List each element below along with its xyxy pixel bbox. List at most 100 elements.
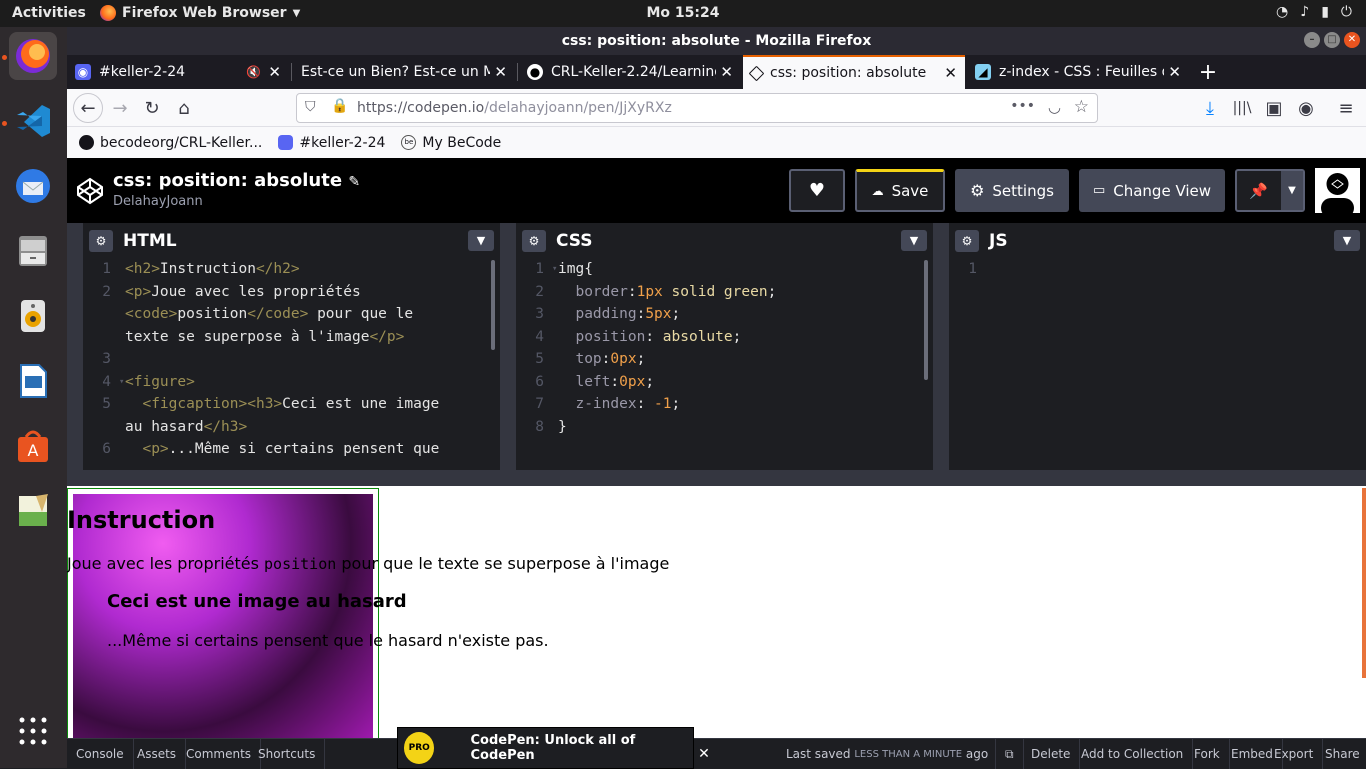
html-settings-gear-icon[interactable]: ⚙ xyxy=(89,229,113,252)
close-tab-icon[interactable]: ✕ xyxy=(490,63,507,81)
close-promo-icon[interactable]: ✕ xyxy=(694,739,714,769)
codepen-logo-icon[interactable] xyxy=(75,176,105,206)
close-tab-icon[interactable]: ✕ xyxy=(944,64,957,82)
code-line: <code>position</code> pour que le xyxy=(83,303,500,326)
chevron-down-icon[interactable]: ▼ xyxy=(1281,171,1303,210)
css-editor-header: ⚙ CSS ▼ xyxy=(516,223,933,258)
add-to-collection-button[interactable]: Add to Collection xyxy=(1072,739,1194,769)
pen-title[interactable]: css: position: absolute ✎ xyxy=(113,170,360,191)
preview-scrollbar[interactable] xyxy=(1362,488,1366,678)
shortcuts-button[interactable]: Shortcuts xyxy=(249,739,326,769)
settings-button[interactable]: ⚙ Settings xyxy=(955,169,1069,212)
tab-codepen-active[interactable]: css: position: absolute ✕ xyxy=(743,55,965,89)
share-button[interactable]: Share xyxy=(1316,739,1366,769)
html-chevron-down-icon[interactable]: ▼ xyxy=(468,230,494,251)
external-link-icon: ⧉ xyxy=(1005,746,1014,761)
close-tab-icon[interactable]: ✕ xyxy=(268,63,281,81)
css-editor-scrollbar[interactable] xyxy=(924,260,928,380)
reload-button[interactable]: ↻ xyxy=(137,93,167,123)
result-preview[interactable]: Instruction Joue avec les propriétés pos… xyxy=(67,486,1366,738)
new-tab-button[interactable]: + xyxy=(1195,59,1221,85)
tab-mdn-z-index[interactable]: ◢ z-index - CSS : Feuilles de ✕ xyxy=(967,55,1189,89)
js-code-editor[interactable]: 1 xyxy=(949,258,1366,470)
dock-text-editor[interactable] xyxy=(9,487,57,535)
github-icon: ● xyxy=(527,64,543,80)
account-button[interactable]: ◉ xyxy=(1291,93,1321,123)
css-code-editor[interactable]: 1 ▾ img{2 border:1px solid green; 3 padding… xyxy=(516,258,933,470)
code-line: 2 <p>Joue avec les propriétés xyxy=(83,281,500,304)
system-top-bar: Activities Firefox Web Browser ▼ Mo 15:2… xyxy=(0,0,1366,27)
line-number: 4 xyxy=(535,328,544,345)
editor-resize-bar[interactable] xyxy=(67,470,1366,486)
codepen-icon xyxy=(748,65,765,81)
bookmark-label: My BeCode xyxy=(422,134,502,151)
save-button[interactable]: ☁ Save xyxy=(855,169,945,212)
html-editor-scrollbar[interactable] xyxy=(491,260,495,350)
code-line: 8} xyxy=(516,416,933,439)
editor-divider[interactable] xyxy=(933,223,949,470)
mute-icon[interactable]: 🔇 xyxy=(246,65,261,79)
css-settings-gear-icon[interactable]: ⚙ xyxy=(522,229,546,252)
open-in-new-window-button[interactable]: ⧉ xyxy=(995,739,1024,769)
css-chevron-down-icon[interactable]: ▼ xyxy=(901,230,927,251)
arrow-left-icon: ← xyxy=(80,97,96,119)
code-text: } xyxy=(558,418,567,435)
preview-figcaption-heading: Ceci est une image au hasard xyxy=(107,591,407,612)
tab-keller-discord[interactable]: ◉ #keller-2-24 🔇 ✕ xyxy=(67,55,289,89)
codepen-footer: Console Assets Comments Shortcuts PRO Co… xyxy=(67,727,1366,769)
dock-firefox[interactable] xyxy=(9,32,57,80)
pin-button[interactable]: 📌 ▼ xyxy=(1235,169,1305,212)
bookmark-keller-discord[interactable]: #keller-2-24 xyxy=(278,135,385,151)
close-window-button[interactable]: ✕ xyxy=(1344,32,1360,48)
url-bar[interactable]: ⛉ 🔒 https://codepen.io/delahayjoann/pen/… xyxy=(296,93,1098,123)
wifi-icon: ◔ xyxy=(1276,4,1289,20)
sidebar-button[interactable]: ▣ xyxy=(1259,93,1289,123)
app-menu[interactable]: Firefox Web Browser ▼ xyxy=(100,5,300,21)
dock-vscode[interactable] xyxy=(9,97,57,145)
bookmark-star-icon[interactable]: ☆ xyxy=(1074,97,1089,117)
code-text: texte se superpose à l'image</p> xyxy=(125,328,405,345)
console-button[interactable]: Console xyxy=(67,739,134,769)
js-chevron-down-icon[interactable]: ▼ xyxy=(1334,230,1360,251)
system-tray[interactable]: ◔ ♪ ▮ ⏻ xyxy=(1276,4,1352,20)
js-settings-gear-icon[interactable]: ⚙ xyxy=(955,229,979,252)
page-actions-icon[interactable]: ••• xyxy=(1010,98,1035,114)
tab-est-ce-un-bien[interactable]: Est-ce un Bien? Est-ce un Ma ✕ xyxy=(293,55,515,89)
bookmark-becodeorg[interactable]: becodeorg/CRL-Keller... xyxy=(79,135,262,151)
dock-thunderbird[interactable] xyxy=(9,162,57,210)
close-tab-icon[interactable]: ✕ xyxy=(1164,63,1181,81)
avatar[interactable] xyxy=(1315,168,1360,213)
forward-button[interactable]: → xyxy=(105,93,135,123)
minimize-button[interactable]: – xyxy=(1304,32,1320,48)
downloads-button[interactable]: ⤓ xyxy=(1195,93,1225,123)
dock-rhythmbox[interactable] xyxy=(9,292,57,340)
change-view-button[interactable]: ▭ Change View xyxy=(1079,169,1225,212)
activities-button[interactable]: Activities xyxy=(12,5,86,21)
love-button[interactable]: ♥ xyxy=(789,169,845,212)
tab-github[interactable]: ● CRL-Keller-2.24/Learning ✕ xyxy=(519,55,741,89)
pin-icon: 📌 xyxy=(1249,181,1268,200)
dock-libreoffice-writer[interactable] xyxy=(9,357,57,405)
fold-marker[interactable] xyxy=(985,258,991,281)
firefox-icon xyxy=(100,5,116,21)
pencil-icon[interactable]: ✎ xyxy=(348,174,360,190)
close-tab-icon[interactable]: ✕ xyxy=(716,63,733,81)
export-button[interactable]: Export xyxy=(1265,739,1324,769)
pocket-icon[interactable]: ◡ xyxy=(1048,98,1061,116)
html-code-editor[interactable]: 1 <h2>Instruction</h2> 2 <p>Joue avec les p… xyxy=(83,258,500,470)
pen-author[interactable]: DelahayJoann xyxy=(113,194,203,209)
library-button[interactable]: |||\ xyxy=(1227,93,1257,123)
document-icon xyxy=(20,364,47,398)
bookmark-my-becode[interactable]: be My BeCode xyxy=(401,135,501,151)
back-button[interactable]: ← xyxy=(73,93,103,123)
editor-divider[interactable] xyxy=(500,223,516,470)
css-editor-label: CSS xyxy=(556,230,593,251)
fold-marker[interactable] xyxy=(119,348,125,371)
home-button[interactable]: ⌂ xyxy=(169,93,199,123)
dock-software[interactable]: A xyxy=(9,422,57,470)
pro-promo-banner[interactable]: PRO CodePen: Unlock all of CodePen xyxy=(397,727,694,769)
dock-files[interactable] xyxy=(9,227,57,275)
maximize-button[interactable]: □ xyxy=(1324,32,1340,48)
show-applications-button[interactable] xyxy=(9,707,57,755)
menu-button[interactable]: ≡ xyxy=(1331,93,1361,123)
